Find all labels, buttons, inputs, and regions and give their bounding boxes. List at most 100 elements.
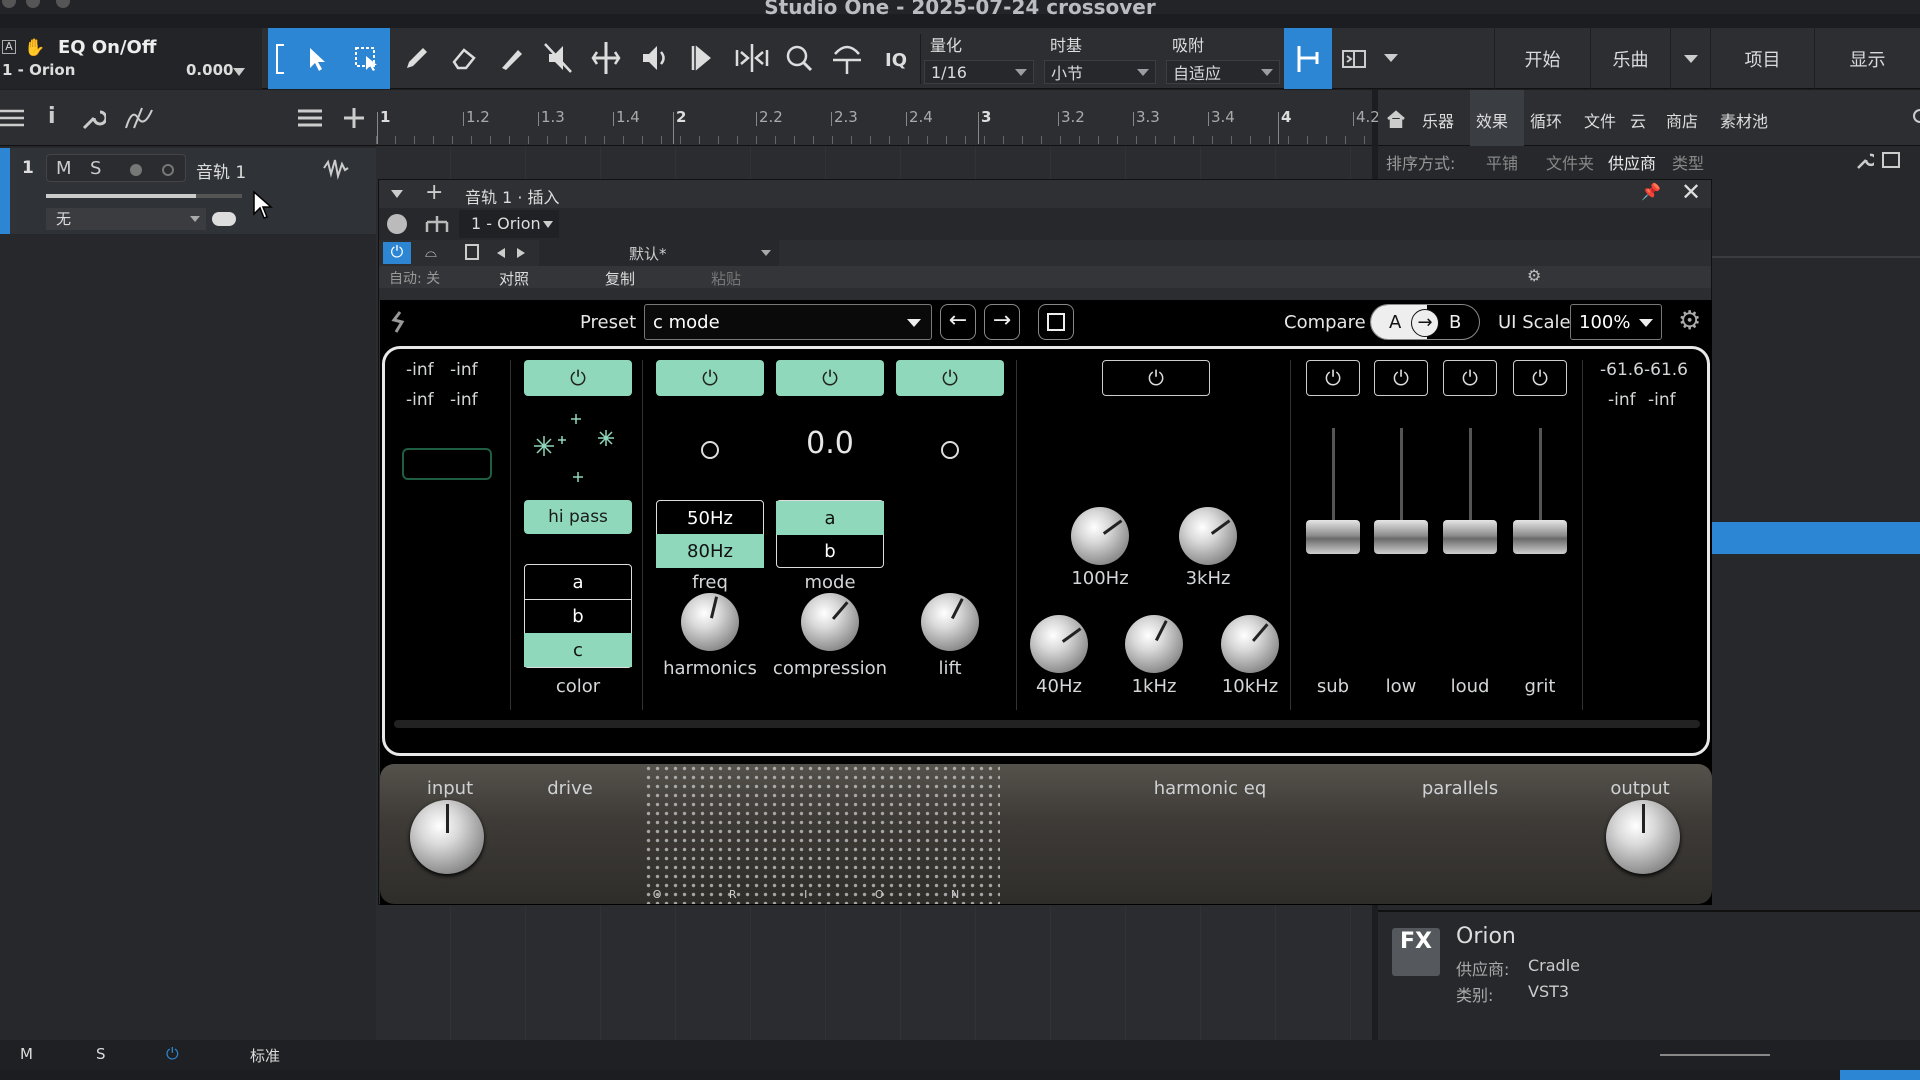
zoom-tool-icon[interactable]: [785, 44, 813, 72]
bracket-icon[interactable]: [276, 44, 284, 74]
follow-tool-icon[interactable]: [829, 40, 865, 76]
hi-pass-button[interactable]: hi pass: [524, 500, 632, 534]
toggle-icon[interactable]: [212, 212, 236, 226]
lift-power-button[interactable]: ⏻: [896, 360, 1004, 396]
tab-2[interactable]: 循环: [1530, 108, 1562, 132]
nav-start[interactable]: 开始: [1494, 28, 1590, 89]
chevron-down-icon[interactable]: [391, 190, 403, 198]
slot-select[interactable]: 1 - Orion: [459, 210, 559, 238]
drive-power-button[interactable]: ⏻: [524, 360, 632, 396]
tab-3[interactable]: 文件: [1584, 108, 1616, 132]
settings-gear-icon[interactable]: ⚙: [1678, 306, 1701, 336]
split-tool-icon[interactable]: [589, 40, 623, 76]
solo-button[interactable]: S: [90, 158, 101, 179]
prev-preset-icon[interactable]: [497, 248, 505, 258]
dial-icon[interactable]: [387, 214, 407, 234]
tab-4[interactable]: 云: [1630, 108, 1646, 132]
mute-button[interactable]: M: [56, 158, 72, 179]
knob-lift[interactable]: [921, 593, 979, 651]
fader-cap-grit[interactable]: [1513, 520, 1567, 554]
tab-6[interactable]: 素材池: [1720, 108, 1768, 132]
fader-cap-loud[interactable]: [1443, 520, 1497, 554]
input-select[interactable]: 无: [46, 208, 206, 230]
wrench-icon[interactable]: [1856, 152, 1874, 170]
chevron-down-icon[interactable]: [233, 68, 245, 76]
parallel-power-button[interactable]: ⏻: [1513, 360, 1567, 396]
scroll-track[interactable]: [394, 720, 1700, 728]
parallel-power-button[interactable]: ⏻: [1374, 360, 1428, 396]
listen-tool-icon[interactable]: [639, 42, 669, 74]
freq-option-80hz[interactable]: 80Hz: [656, 534, 764, 568]
zoom-slider[interactable]: [1660, 1054, 1770, 1056]
marker-button[interactable]: [1338, 28, 1370, 89]
tab-0[interactable]: 乐器: [1422, 108, 1454, 132]
nav-song[interactable]: 乐曲: [1590, 28, 1670, 89]
pin-icon[interactable]: 📌: [1641, 182, 1661, 201]
power-icon[interactable]: ⏻: [383, 242, 411, 264]
sort-option-1[interactable]: 文件夹: [1546, 150, 1594, 174]
snap-toggle-button[interactable]: [1284, 28, 1332, 89]
status-solo[interactable]: S: [96, 1045, 106, 1063]
color-option-c[interactable]: c: [524, 633, 632, 667]
arrow-right-icon[interactable]: →: [1411, 309, 1439, 337]
preset-dropdown[interactable]: c mode: [644, 304, 932, 340]
range-tool-icon[interactable]: [354, 44, 380, 72]
routing-icon[interactable]: [423, 214, 451, 234]
copy-button[interactable]: 复制: [605, 268, 635, 289]
monitor-icon[interactable]: [162, 164, 174, 176]
record-icon[interactable]: [130, 164, 142, 176]
compare-b[interactable]: B: [1449, 312, 1461, 333]
parallel-power-button[interactable]: ⏻: [1306, 360, 1360, 396]
home-icon[interactable]: [1386, 110, 1406, 128]
paint-tool-icon[interactable]: [498, 44, 526, 72]
mode-option-a[interactable]: a: [776, 501, 884, 535]
knob-10kHz[interactable]: [1221, 615, 1279, 673]
ab-compare-switch[interactable]: A → B: [1370, 304, 1480, 340]
auto-label[interactable]: 自动: 关: [389, 268, 440, 288]
track-header[interactable]: 1 M S 音轨 1 无: [10, 148, 376, 234]
list-icon[interactable]: [296, 108, 324, 128]
pencil-icon[interactable]: [403, 44, 431, 72]
save-preset-button[interactable]: [1038, 304, 1074, 340]
knob-1kHz[interactable]: [1125, 615, 1183, 673]
preset-select[interactable]: 默认*: [539, 240, 779, 266]
add-icon[interactable]: +: [425, 180, 443, 205]
waveform-icon[interactable]: [322, 156, 350, 180]
tab-5[interactable]: 商店: [1666, 108, 1698, 132]
next-preset-icon[interactable]: [517, 248, 525, 258]
fader-cap-sub[interactable]: [1306, 520, 1360, 554]
quantize-select[interactable]: 1/16: [924, 60, 1034, 84]
knob-3kHz[interactable]: [1179, 507, 1237, 565]
nav-show[interactable]: 显示: [1814, 28, 1920, 89]
compare-a[interactable]: A: [1389, 312, 1401, 333]
info-icon[interactable]: i: [48, 104, 56, 129]
selected-plugin-row[interactable]: [1712, 522, 1920, 554]
next-preset-button[interactable]: →: [984, 304, 1020, 340]
arrow-tool-icon[interactable]: [308, 46, 328, 72]
knob-100Hz[interactable]: [1071, 507, 1129, 565]
mode-power-button[interactable]: ⏻: [776, 360, 884, 396]
transient-tool-icon[interactable]: [733, 42, 771, 74]
status-mute[interactable]: M: [20, 1045, 33, 1063]
eraser-icon[interactable]: [450, 44, 478, 72]
bypass-icon[interactable]: ⌓: [425, 243, 437, 261]
nav-project[interactable]: 项目: [1710, 28, 1814, 89]
parallel-power-button[interactable]: ⏻: [1443, 360, 1497, 396]
knob-harmonics[interactable]: [681, 593, 739, 651]
power-icon[interactable]: ⏻: [166, 1044, 179, 1064]
freq-option-50hz[interactable]: 50Hz: [656, 501, 764, 535]
bend-tool-icon[interactable]: [689, 42, 719, 74]
timebase-select[interactable]: 小节: [1044, 60, 1156, 84]
compare-button[interactable]: 对照: [499, 268, 529, 289]
output-knob[interactable]: [1606, 800, 1680, 874]
timeline-ruler[interactable]: 1 1.2 1.3 1.4 2 2.2 2.3 2.4 3 3.2 3.3 3.4 4 4.2: [376, 90, 1380, 146]
sort-option-3[interactable]: 类型: [1672, 150, 1704, 174]
paste-button[interactable]: 粘贴: [711, 268, 741, 289]
input-knob[interactable]: [410, 800, 484, 874]
gear-icon[interactable]: ⚙: [1527, 266, 1541, 285]
chevron-down-icon[interactable]: [1384, 54, 1398, 62]
fader-cap-low[interactable]: [1374, 520, 1428, 554]
preset-list-icon[interactable]: [465, 244, 479, 260]
add-track-icon[interactable]: [342, 106, 366, 130]
track-info-box[interactable]: A ✋ EQ On/Off 1 - Orion 0.000: [0, 28, 262, 89]
